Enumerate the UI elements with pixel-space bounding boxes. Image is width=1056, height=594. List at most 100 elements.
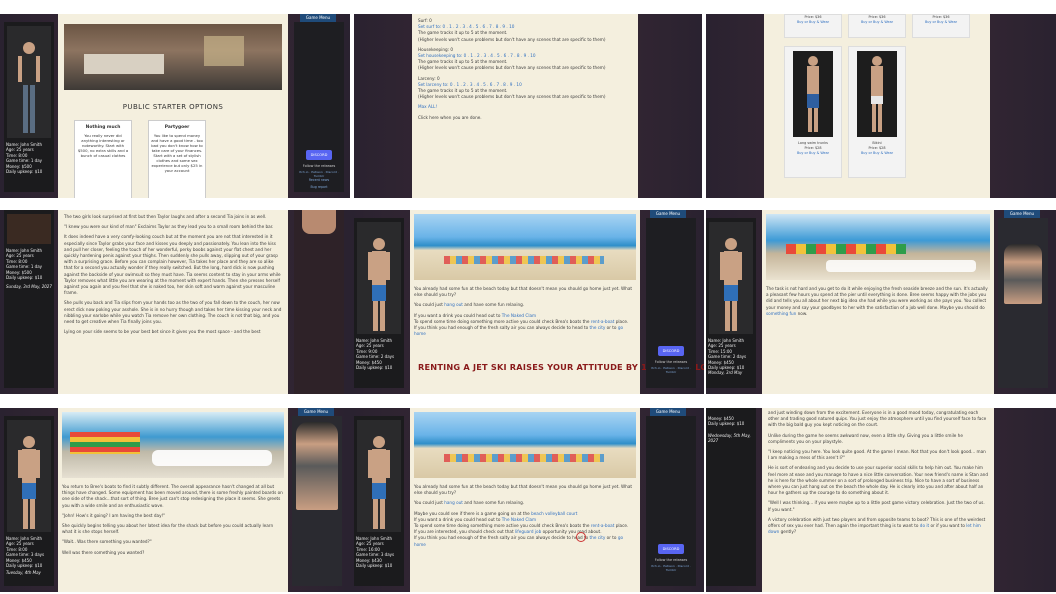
recent-news-link[interactable]: Recent news [298, 178, 340, 182]
city-link[interactable]: the city [590, 535, 606, 540]
text: or to [605, 535, 618, 541]
text: place. [614, 523, 629, 529]
surf-heading: Surf: 0 [418, 18, 432, 23]
something-fun-link[interactable]: something fun [766, 311, 796, 316]
main-content: The task is not hard and you get to do i… [762, 210, 994, 394]
discord-button[interactable]: DISCORD [658, 346, 684, 356]
shop-item-bikini[interactable]: Bikini Price: $28 Buy or Buy & Wear [848, 46, 906, 178]
shop-item: Price: $36 Buy or Buy & Wear [784, 14, 842, 38]
stats-panel: Name: John Smith Age: 25 years Time: 8:0… [4, 210, 54, 388]
beach-image [414, 214, 636, 280]
city-link[interactable]: the city [590, 325, 606, 330]
larceny-level-links[interactable]: Set larceny to: 0 . 1 . 2 . 3 . 4 . 5 . … [418, 82, 522, 87]
housekeeping-heading: Housekeeping: 0 [418, 46, 454, 52]
buy-link[interactable]: Buy or Buy & Wear [925, 20, 957, 24]
story-paragraph: and just winding down from the excitemen… [768, 410, 987, 428]
main-content: and just winding down from the excitemen… [762, 408, 994, 592]
social-links[interactable]: Itch.io · Patreon · Discord · Tumblr [296, 170, 342, 178]
player-portrait [7, 420, 51, 532]
option-partygoer[interactable]: Partygoer You like to spend money and ha… [148, 120, 206, 198]
mouse-cursor-indicator [576, 532, 586, 542]
game-menu-button[interactable]: Game Menu [300, 14, 336, 22]
shop-item-long-swim-trunks[interactable]: Long swim trunks Price: $28 Buy or Buy &… [784, 46, 842, 178]
buy-link[interactable]: Buy or Buy & Wear [797, 20, 829, 24]
main-content: Surf: 0 Set surf to: 0 . 1 . 2 . 3 . 4 .… [412, 14, 638, 198]
text: or to [605, 325, 618, 331]
discord-button[interactable]: DISCORD [658, 544, 684, 554]
text: and have some fun relaxing. [462, 500, 525, 506]
option-title: Partygoer [164, 125, 190, 130]
npc-portrait-small [302, 210, 336, 234]
follow-text: Follow the releases [654, 558, 688, 562]
hang-out-link[interactable]: hang out [444, 500, 463, 505]
story-paragraph: You already had some fun at the beach to… [414, 484, 633, 496]
text: If you are interested, you should check … [414, 529, 515, 535]
text: If you think you had enough of the fresh… [414, 535, 590, 541]
game-menu-button[interactable]: Game Menu [650, 408, 686, 416]
option-description: You really never did anything interestin… [77, 133, 129, 158]
story-paragraph: Unlike during the game he seems awkward … [768, 432, 963, 444]
max-all-link[interactable]: Max ALL! [418, 104, 632, 110]
surf-level-links[interactable]: Set surf to: 0 . 1 . 2 . 3 . 4 . 5 . 6 .… [418, 24, 514, 29]
text: If you want a drink you could head out t… [414, 516, 502, 522]
beach-image [414, 412, 636, 478]
buy-link[interactable]: Buy or Buy & Wear [861, 20, 893, 24]
item-image [857, 51, 897, 137]
text: gently? [779, 529, 797, 535]
naked-clam-link[interactable]: The Naked Clam [502, 313, 536, 318]
pier-image [766, 214, 990, 280]
buy-link[interactable]: Buy or Buy & Wear [785, 151, 841, 156]
rent-a-boat-link[interactable]: rent-a-boat [591, 523, 615, 528]
jet-ski-image [62, 412, 284, 478]
lifeguard-job-link[interactable]: lifeguard job [515, 529, 541, 534]
player-portrait [7, 26, 51, 138]
story-paragraph: She pulls you back and Tia slips from yo… [64, 300, 282, 325]
item-price: Price: $36 [932, 15, 950, 19]
text: If you think you had enough of the fresh… [414, 325, 590, 331]
housekeeping-track: The game tracks it up to 5 at the moment… [418, 59, 508, 65]
hang-out-link[interactable]: hang out [444, 302, 463, 307]
text: If you want a drink you could head out t… [414, 312, 502, 318]
row-3: Name: John Smith Age: 25 years Time: 8:0… [0, 408, 1056, 592]
game-menu-button[interactable]: Game Menu [1004, 210, 1040, 218]
main-content: You return to Bree's boats to find it su… [58, 408, 288, 592]
surf-note: (Higher levels won't cause problems but … [418, 36, 606, 42]
main-content: The two girls look surprised at first bu… [58, 210, 288, 394]
game-menu-button[interactable]: Game Menu [650, 210, 686, 218]
right-panel: DISCORD Follow the releases Itch.io · Pa… [646, 416, 696, 586]
text: To spend some time doing something more … [414, 318, 591, 324]
bug-report-link[interactable]: Bug report [298, 185, 340, 189]
housekeeping-level-links[interactable]: Set housekeeping to: 0 . 1 . 2 . 3 . 4 .… [418, 53, 536, 58]
option-nothing-much[interactable]: Nothing much You really never did anythi… [74, 120, 132, 198]
social-links[interactable]: Itch.io · Patreon · Discord · Tumblr [648, 564, 694, 572]
done-link[interactable]: Click here when you are done. [418, 115, 632, 121]
buy-link[interactable]: Buy or Buy & Wear [849, 151, 905, 156]
stat-date: Sunday, 3rd May, 2027 [6, 284, 52, 290]
screenshot-starter-options: Name: John Smith Age: 25 years Time: 8:0… [0, 14, 350, 198]
volleyball-court-link[interactable]: beach volleyball court [531, 511, 577, 516]
item-image [793, 51, 833, 137]
screenshot-volleyball-story: Money: $450 Daily upkeep: $10 Wednesday,… [706, 408, 1056, 592]
stat-date: Tuesday, 4th May [6, 570, 41, 576]
story-paragraph: "Wait.. Was there something you wanted?" [62, 539, 152, 545]
stat-upkeep: Daily upkeep: $10 [6, 169, 43, 175]
rent-a-boat-link[interactable]: rent-a-boat [591, 319, 615, 324]
shop-item: Price: $36 Buy or Buy & Wear [848, 14, 906, 38]
stats-panel: Money: $450 Daily upkeep: $10 Wednesday,… [706, 408, 756, 586]
right-panel: DISCORD Follow the releases Itch.io · Pa… [294, 22, 344, 192]
social-links[interactable]: Itch.io · Patreon · Discord · Tumblr [648, 366, 694, 374]
stat-upkeep: Daily upkeep: $10 [6, 275, 43, 281]
player-portrait [7, 214, 51, 244]
naked-clam-link[interactable]: The Naked Clam [502, 517, 536, 522]
story-paragraph: "John! How's it going? I am having the b… [62, 512, 166, 518]
story-paragraph: "Well I was thinking... if you were mayb… [768, 500, 985, 512]
story-paragraph: He is sort of endearing and you decide t… [768, 465, 988, 496]
stat-date: Monday, 3rd May [708, 370, 743, 376]
npc-panel [998, 218, 1048, 388]
discord-button[interactable]: DISCORD [306, 150, 332, 160]
do-it-link[interactable]: do it [920, 523, 929, 528]
option-description: You like to spend money and have a good … [151, 133, 203, 173]
game-menu-button[interactable]: Game Menu [298, 408, 334, 416]
story-paragraph: It does indeed have a very comfy-looking… [64, 234, 281, 296]
story-paragraph: "I knew you were our kind of man" Exclai… [64, 224, 274, 230]
